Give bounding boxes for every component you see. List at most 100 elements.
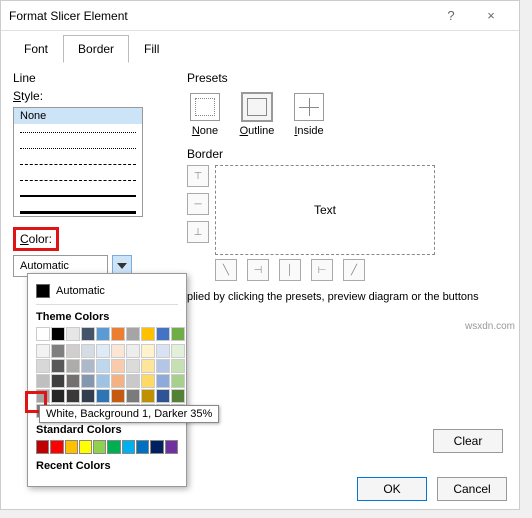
standard-swatch[interactable] (107, 440, 120, 454)
standard-swatch[interactable] (93, 440, 106, 454)
theme-swatch[interactable] (66, 359, 80, 373)
theme-swatch[interactable] (111, 327, 125, 341)
standard-swatch[interactable] (136, 440, 149, 454)
standard-swatch[interactable] (150, 440, 163, 454)
theme-swatch[interactable] (156, 359, 170, 373)
theme-swatch[interactable] (141, 327, 155, 341)
theme-swatch[interactable] (96, 374, 110, 388)
theme-swatch[interactable] (81, 374, 95, 388)
preset-outline[interactable]: Outline (239, 93, 275, 137)
border-top-button[interactable]: ⊤ (187, 165, 209, 187)
border-bottom-button[interactable]: ⊥ (187, 221, 209, 243)
standard-swatch[interactable] (122, 440, 135, 454)
color-label: Color: (13, 227, 59, 251)
border-left-button[interactable]: ⊣ (247, 259, 269, 281)
theme-swatch[interactable] (51, 389, 65, 403)
style-none[interactable]: None (14, 108, 142, 124)
theme-swatch[interactable] (171, 359, 185, 373)
theme-swatch[interactable] (111, 344, 125, 358)
color-tooltip: White, Background 1, Darker 35% (39, 405, 219, 423)
theme-swatch[interactable] (36, 327, 50, 341)
helper-text: plied by clicking the presets, preview d… (187, 291, 507, 303)
theme-swatch[interactable] (126, 389, 140, 403)
theme-swatch[interactable] (126, 374, 140, 388)
chevron-down-icon (117, 263, 127, 269)
theme-swatch[interactable] (156, 344, 170, 358)
theme-swatch[interactable] (66, 344, 80, 358)
theme-swatch[interactable] (141, 389, 155, 403)
theme-swatch[interactable] (111, 374, 125, 388)
theme-swatch[interactable] (96, 389, 110, 403)
theme-swatch[interactable] (126, 359, 140, 373)
window-title: Format Slicer Element (9, 9, 431, 23)
theme-swatch[interactable] (66, 389, 80, 403)
watermark: wsxdn.com (465, 321, 515, 332)
preset-inside[interactable]: Inside (291, 93, 327, 137)
style-label: SStyle:tyle: (13, 89, 163, 103)
theme-swatch[interactable] (51, 374, 65, 388)
border-middle-h-button[interactable]: ─ (187, 193, 209, 215)
theme-swatch[interactable] (141, 344, 155, 358)
theme-swatch[interactable] (126, 327, 140, 341)
theme-swatch[interactable] (81, 344, 95, 358)
theme-swatch[interactable] (141, 359, 155, 373)
theme-swatch[interactable] (66, 327, 80, 341)
standard-colors-label: Standard Colors (36, 424, 178, 436)
theme-swatch[interactable] (156, 374, 170, 388)
titlebar: Format Slicer Element ? × (1, 1, 519, 31)
presets-section-label: Presets (187, 71, 507, 85)
tab-strip: Font Border Fill (1, 31, 519, 63)
theme-swatch[interactable] (81, 359, 95, 373)
theme-swatch[interactable] (66, 374, 80, 388)
theme-swatch[interactable] (171, 374, 185, 388)
help-button[interactable]: ? (431, 8, 471, 23)
theme-swatch[interactable] (36, 359, 50, 373)
tab-border[interactable]: Border (63, 35, 129, 63)
theme-swatch[interactable] (96, 327, 110, 341)
tab-font[interactable]: Font (9, 35, 63, 63)
standard-swatch[interactable] (65, 440, 78, 454)
standard-swatch[interactable] (79, 440, 92, 454)
theme-swatch[interactable] (126, 344, 140, 358)
line-style-list[interactable]: None (13, 107, 143, 217)
standard-swatch[interactable] (165, 440, 178, 454)
preset-none[interactable]: None (187, 93, 223, 137)
theme-swatch[interactable] (171, 344, 185, 358)
tab-fill[interactable]: Fill (129, 35, 174, 63)
theme-colors-grid (36, 327, 178, 341)
recent-colors-label: Recent Colors (36, 460, 178, 472)
border-right-button[interactable]: ⊢ (311, 259, 333, 281)
theme-swatch[interactable] (171, 389, 185, 403)
theme-swatch[interactable] (96, 344, 110, 358)
format-slicer-dialog: Format Slicer Element ? × Font Border Fi… (0, 0, 520, 510)
theme-swatch[interactable] (81, 327, 95, 341)
color-automatic[interactable]: Automatic (36, 280, 178, 305)
theme-colors-label: Theme Colors (36, 311, 178, 323)
border-preview[interactable]: Text (215, 165, 435, 255)
theme-swatch[interactable] (51, 327, 65, 341)
border-middle-v-button[interactable]: │ (279, 259, 301, 281)
ok-button[interactable]: OK (357, 477, 427, 501)
theme-swatch[interactable] (141, 374, 155, 388)
standard-swatch[interactable] (36, 440, 49, 454)
theme-swatch[interactable] (81, 389, 95, 403)
theme-swatch[interactable] (111, 389, 125, 403)
theme-swatch[interactable] (96, 359, 110, 373)
theme-swatch[interactable] (51, 344, 65, 358)
theme-swatch[interactable] (36, 374, 50, 388)
border-section-label: Border (187, 147, 507, 161)
standard-swatch[interactable] (50, 440, 63, 454)
theme-swatch[interactable] (156, 389, 170, 403)
theme-swatch[interactable] (51, 359, 65, 373)
theme-swatch[interactable] (171, 327, 185, 341)
clear-button[interactable]: Clear (433, 429, 503, 453)
border-diag-down-button[interactable]: ╲ (215, 259, 237, 281)
standard-colors-row (36, 440, 178, 454)
color-picker-popup: Automatic Theme Colors Standard Colors R… (27, 273, 187, 487)
theme-swatch[interactable] (36, 344, 50, 358)
border-diag-up-button[interactable]: ╱ (343, 259, 365, 281)
theme-swatch[interactable] (111, 359, 125, 373)
close-button[interactable]: × (471, 8, 511, 23)
theme-swatch[interactable] (156, 327, 170, 341)
cancel-button[interactable]: Cancel (437, 477, 507, 501)
